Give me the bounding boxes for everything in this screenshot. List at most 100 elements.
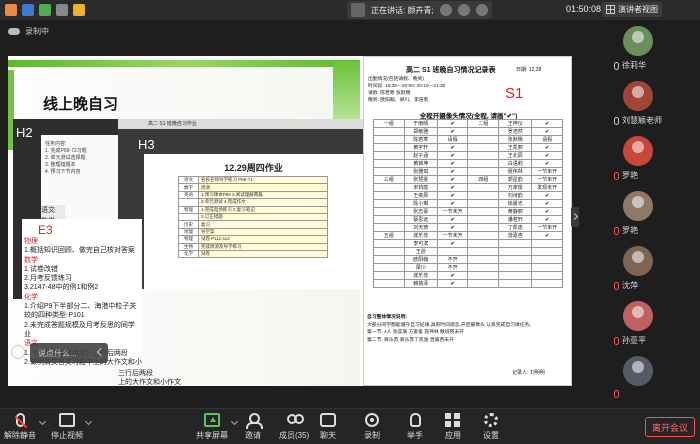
members-button[interactable]: 成员(35) — [279, 413, 309, 441]
attendance-row: 赖婧泽 ✔ — [373, 279, 563, 288]
participant-tile[interactable]: 徐莉华 — [582, 20, 700, 72]
group-name — [373, 223, 405, 232]
collapse-panel-button[interactable] — [570, 207, 579, 227]
homework-row: 英语 1.预习课本P89 2.阅读理解两篇 — [178, 190, 328, 200]
group-name — [373, 191, 405, 200]
group-name — [467, 183, 500, 192]
student-name: 郭星韵 — [498, 175, 533, 184]
grid-icon — [606, 5, 615, 14]
student-name: 赵子涵 — [403, 151, 438, 160]
settings-button[interactable]: 设置 — [483, 413, 499, 441]
share-screen-button[interactable]: 共享屏幕 — [196, 413, 228, 441]
record-label: 录制 — [364, 431, 380, 440]
group-name — [373, 199, 405, 208]
active-speaker-indicator[interactable]: 正在讲话: 颜卉青; — [347, 1, 492, 19]
wifi-icon[interactable] — [56, 4, 68, 16]
group-name — [373, 151, 405, 160]
homework-task: 周测 — [198, 183, 328, 192]
participant-name: 孙亚平 — [622, 336, 646, 345]
group-name: 四组 — [467, 175, 500, 184]
camera-status — [531, 279, 563, 288]
attendance-row: 王奕辰 ✔ 刘诗韵 ✔ — [373, 191, 563, 200]
recording-label: 录制中 — [25, 27, 49, 36]
participant-tile[interactable] — [582, 350, 700, 402]
mute-button[interactable]: 解除静音 — [4, 413, 36, 441]
group-name — [467, 135, 500, 144]
slide-title: 线上晚自习 — [43, 96, 119, 113]
homework-subject: 物理 — [178, 205, 199, 214]
camera-status — [531, 263, 563, 272]
h2-subject-tab[interactable]: 语文 — [41, 205, 65, 216]
battery-icon[interactable] — [73, 4, 85, 16]
homework-row: 化学 试卷 — [178, 249, 328, 259]
group-name — [467, 191, 500, 200]
camera-status: 不开 — [436, 263, 469, 272]
speaker-button-2[interactable] — [457, 4, 470, 16]
camera-status: ✔ — [531, 119, 563, 128]
participant-tile[interactable]: 孙亚平 — [582, 295, 700, 347]
homework-row: 数学 周测 — [178, 183, 328, 192]
homework-task: 3.订正错题 — [198, 212, 328, 222]
attendance-line: 晚到: 欧阳翰、梁川、李浩南 — [368, 98, 429, 103]
share-options-caret[interactable] — [230, 417, 239, 426]
mute-options-caret[interactable] — [38, 417, 47, 426]
s1-label: S1 — [505, 85, 524, 102]
speaker-button-1[interactable] — [439, 4, 452, 16]
video-label: 停止视频 — [51, 431, 83, 440]
leave-meeting-button[interactable]: 离开会议 — [645, 417, 695, 437]
chat-button[interactable]: 聊天 — [320, 413, 336, 441]
tray-icon[interactable] — [5, 4, 17, 16]
camera-status: 一节未开 — [531, 175, 563, 184]
view-switch-button[interactable]: 演讲者视图 — [602, 2, 662, 17]
shield-icon[interactable] — [22, 4, 34, 16]
participant-tile[interactable]: 罗艳 — [582, 130, 700, 182]
group-name: 一组 — [373, 119, 405, 128]
settings-label: 设置 — [483, 431, 499, 440]
homework-task: 试卷 P111-112 — [198, 235, 328, 244]
emoji-icon[interactable] — [11, 345, 25, 359]
group-name — [373, 207, 405, 216]
group-name — [373, 159, 405, 168]
student-name: 赖婧泽 — [403, 279, 438, 288]
network-icon[interactable] — [39, 4, 51, 16]
attendance-row: 五组 龚乐苏 一节未开 曾嘉杏 ✔ — [373, 231, 563, 240]
student-name: 于雨晴 — [403, 119, 438, 128]
camera-status: 不开 — [436, 255, 469, 264]
sheet-title: 高二 S1 班晚自习情况记录表 — [406, 67, 496, 74]
chat-icon — [320, 413, 336, 427]
e3-overflow-text: 三行后两段 上的大作文和小作文 — [118, 369, 318, 386]
sheet-notes: 自习整体情况说明: 大部分同学都能遵守自习纪律,具有时间观念,开启摄像头,认真完成… — [367, 314, 572, 344]
video-button[interactable]: 停止视频 — [51, 413, 83, 441]
student-name: 陈小琳 — [403, 199, 438, 208]
attendance-row: 陈小琳 ✔ 徐晨光 ✔ — [373, 199, 563, 208]
participant-tile[interactable]: 罗艳 — [582, 185, 700, 237]
camera-status: ✔ — [531, 191, 563, 200]
speaker-button-3[interactable] — [475, 4, 488, 16]
participant-tile[interactable]: 沈萍 — [582, 240, 700, 292]
participant-tile[interactable]: 刘慧颖老师 — [582, 75, 700, 127]
raise-hand-label: 举手 — [407, 431, 423, 440]
attendance-row: 赵子涵 ✔ 王北辰 ✔ — [373, 151, 563, 160]
student-name — [498, 255, 533, 264]
record-button[interactable]: 录制 — [364, 413, 380, 441]
video-options-caret[interactable] — [84, 417, 93, 426]
date-value: 12.28 — [528, 67, 542, 73]
apps-icon — [445, 413, 461, 427]
group-name — [467, 263, 500, 272]
attendance-row: 刘天琦 ✔ 丁凯逸 一节未开 — [373, 223, 563, 232]
group-name — [373, 263, 405, 272]
chevron-left-icon[interactable] — [96, 347, 106, 357]
group-name: 二组 — [467, 119, 500, 128]
camera-status: ✔ — [436, 127, 469, 136]
homework-subject: 语文 — [178, 175, 199, 185]
raise-hand-button[interactable]: 举手 — [407, 413, 423, 441]
apps-button[interactable]: 应用 — [445, 413, 461, 441]
meeting-app: 正在讲话: 颜卉青; 01:50:08 演讲者视图 录制中 线上晚自习 H2 任… — [0, 0, 700, 444]
chat-input[interactable]: 说点什么... — [30, 343, 108, 363]
meeting-clock: 01:50:08 — [566, 4, 602, 14]
e3-line: 化学 — [24, 293, 38, 301]
invite-button[interactable]: 邀请 — [245, 413, 263, 441]
top-bar: 正在讲话: 颜卉青; 01:50:08 演讲者视图 — [0, 0, 700, 20]
student-name — [498, 263, 533, 272]
homework-subject: 生物 — [178, 242, 199, 251]
